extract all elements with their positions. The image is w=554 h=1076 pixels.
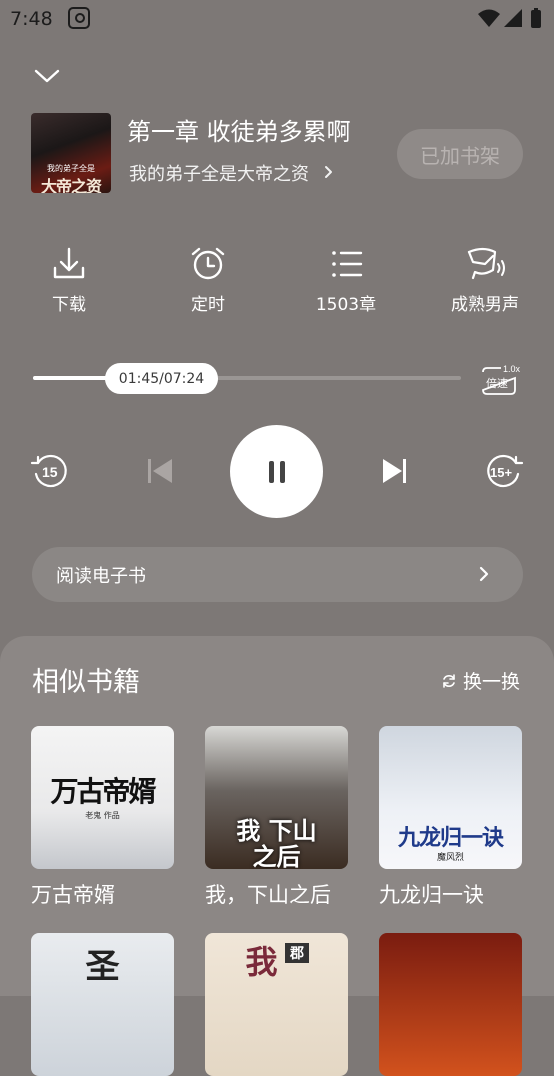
forward-15-label: 15+: [490, 465, 512, 480]
book-cover-image: 我 下山之后: [205, 726, 348, 869]
read-ebook-button[interactable]: 阅读电子书: [32, 547, 523, 602]
similar-book-card[interactable]: [379, 933, 522, 1076]
book-name: 九龙归一诀: [379, 883, 484, 907]
rewind-15-label: 15: [42, 464, 58, 480]
download-label: 下载: [52, 295, 86, 315]
skip-previous-icon: [148, 459, 172, 483]
chevron-right-icon: [324, 166, 332, 178]
next-chapter-button[interactable]: [380, 456, 410, 490]
book-cover-image: [379, 933, 522, 1076]
rewind-15-icon: 15: [30, 454, 67, 488]
added-to-shelf-button[interactable]: 已加书架: [397, 129, 523, 179]
skip-next-icon: [383, 459, 406, 483]
battery-icon: [531, 10, 541, 28]
download-icon: [53, 247, 85, 279]
timer-button[interactable]: 定时: [153, 244, 263, 315]
book-cover-image: 万古帝婿 老鬼 作品: [31, 726, 174, 869]
chapter-title: 第一章 收徒弟多累啊: [127, 118, 351, 146]
signal-icon: [504, 9, 522, 27]
similar-book-card[interactable]: 我 下山之后 我，下山之后: [205, 726, 348, 909]
rewind-15-button[interactable]: 15: [30, 452, 72, 494]
chapter-list-button[interactable]: 1503章: [291, 244, 401, 315]
voice-select-button[interactable]: 成熟男声: [430, 244, 540, 315]
wifi-icon: [478, 9, 500, 27]
similar-book-card[interactable]: 万古帝婿 老鬼 作品 万古帝婿: [31, 726, 174, 909]
book-cover-image: 九龙归一诀 魔风烈: [379, 726, 522, 869]
app-notification-icon: [68, 7, 90, 29]
timer-label: 定时: [191, 295, 225, 315]
book-name: 万古帝婿: [31, 883, 115, 907]
previous-chapter-button[interactable]: [145, 456, 175, 490]
cover-title: 圣: [85, 947, 120, 987]
book-cover[interactable]: 我的弟子全是 大帝之资: [31, 113, 111, 193]
refresh-label: 换一换: [463, 671, 521, 693]
speed-label: 倍速: [486, 376, 508, 390]
forward-15-button[interactable]: 15+: [482, 452, 524, 494]
cover-title: 万古帝婿: [50, 775, 156, 808]
book-title-link[interactable]: 我的弟子全是大帝之资: [129, 160, 337, 186]
read-ebook-label: 阅读电子书: [56, 566, 146, 587]
similar-book-card[interactable]: 九龙归一诀 魔风烈 九龙归一诀: [379, 726, 522, 909]
download-button[interactable]: 下载: [14, 244, 124, 315]
cover-title-2: 郡: [285, 943, 309, 963]
list-icon: [332, 251, 363, 277]
chapter-count-label: 1503章: [315, 295, 377, 315]
similar-book-card[interactable]: 圣: [31, 933, 174, 1076]
similar-books-title: 相似书籍: [32, 667, 140, 698]
speed-button[interactable]: 1.0x 倍速: [481, 364, 525, 400]
refresh-icon: [443, 673, 455, 688]
book-cover-image: 圣: [31, 933, 174, 1076]
chevron-down-icon: [34, 69, 60, 83]
pause-icon: [268, 460, 285, 483]
speed-icon: 1.0x 倍速: [482, 364, 521, 395]
voice-label: 成熟男声: [451, 295, 519, 315]
voice-head-icon: [467, 247, 505, 280]
alarm-clock-icon: [191, 247, 225, 280]
speed-value: 1.0x: [503, 364, 521, 374]
refresh-button[interactable]: 换一换: [441, 667, 520, 694]
similar-book-card[interactable]: 我 郡: [205, 933, 348, 1076]
book-cover-image: 我 郡: [205, 933, 348, 1076]
chevron-right-icon: [479, 566, 489, 582]
cover-author: 老鬼 作品: [85, 811, 120, 820]
cover-title: 九龙归一诀: [397, 825, 504, 851]
book-name: 我，下山之后: [205, 883, 331, 907]
collapse-button[interactable]: [30, 62, 64, 92]
cover-line2: 大帝之资: [40, 177, 102, 193]
pause-button[interactable]: [230, 425, 323, 518]
status-icons: [476, 6, 546, 34]
book-title: 我的弟子全是大帝之资: [129, 164, 309, 185]
status-time: 7:48: [10, 8, 53, 30]
forward-15-icon: 15+: [487, 454, 524, 488]
cover-title: 我: [245, 943, 278, 981]
cover-title: 我 下山之后: [236, 816, 317, 870]
progress-thumb-time[interactable]: 01:45/07:24: [105, 363, 218, 394]
cover-author: 魔风烈: [436, 853, 464, 863]
